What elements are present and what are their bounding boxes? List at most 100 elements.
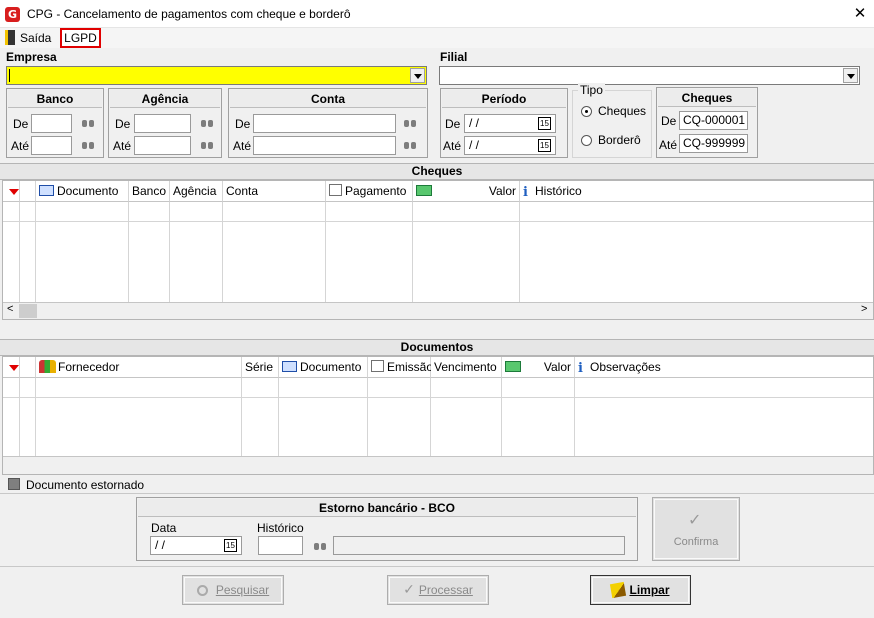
close-icon[interactable]: ✕ <box>852 5 868 23</box>
tipo-bordero-label[interactable]: Borderô <box>598 133 641 147</box>
empresa-select[interactable] <box>6 66 427 85</box>
document-icon <box>39 185 54 196</box>
periodo-ate-label: Até <box>443 139 462 153</box>
col-divider <box>519 202 520 302</box>
conta-panel: Conta De Até <box>228 88 428 158</box>
menu-saida[interactable]: Saída <box>20 31 51 45</box>
binoculars-icon[interactable] <box>82 140 94 150</box>
menu-lgpd[interactable]: LGPD <box>60 28 101 48</box>
exit-door-icon[interactable] <box>5 30 15 45</box>
periodo-panel: Período De / / 15 Até / / 15 <box>440 88 568 158</box>
magnifier-icon <box>196 585 208 596</box>
cheques-panel: Cheques De CQ-000001 Até CQ-999999 <box>656 87 758 158</box>
chevron-down-icon[interactable] <box>843 68 858 83</box>
estorno-historico-input[interactable] <box>258 536 303 555</box>
col-documento[interactable]: Documento <box>36 181 129 202</box>
cheques-de-input[interactable]: CQ-000001 <box>679 111 748 130</box>
documentos-grid[interactable]: Fornecedor Série Documento Emissão Venci… <box>2 356 874 475</box>
agencia-ate-input[interactable] <box>134 136 191 155</box>
scroll-right-icon[interactable]: > <box>861 303 867 315</box>
limpar-button[interactable]: Limpar <box>590 575 691 605</box>
processar-button[interactable]: ✓ Processar <box>387 575 489 605</box>
agencia-de-label: De <box>115 117 131 131</box>
banco-de-input[interactable] <box>31 114 72 133</box>
binoculars-icon[interactable] <box>201 118 213 128</box>
binoculars-icon[interactable] <box>404 140 416 150</box>
pesquisar-button[interactable]: Pesquisar <box>182 575 284 605</box>
info-icon: i <box>523 185 528 200</box>
col-valor[interactable]: Valor <box>413 181 520 202</box>
col-divider <box>430 378 431 456</box>
col-serie[interactable]: Série <box>242 357 279 378</box>
estorno-data-input[interactable]: / / 15 <box>150 536 242 555</box>
col-banco[interactable]: Banco <box>129 181 170 202</box>
binoculars-icon[interactable] <box>404 118 416 128</box>
processar-content: ✓ Processar <box>388 582 488 598</box>
tipo-cheques-label[interactable]: Cheques <box>598 104 646 118</box>
cheques-ate-label: Até <box>659 138 678 152</box>
periodo-de-input[interactable]: / / 15 <box>464 114 556 133</box>
tipo-bordero-radio[interactable] <box>581 135 592 146</box>
col-divider <box>35 378 36 456</box>
banco-de-label: De <box>13 117 29 131</box>
binoculars-icon[interactable] <box>82 118 94 128</box>
estorno-historico-desc <box>333 536 625 555</box>
legend-label: Documento estornado <box>26 478 145 492</box>
sort-indicator[interactable] <box>3 357 20 378</box>
col-fornecedor[interactable]: Fornecedor <box>36 357 242 378</box>
col-observacoes[interactable]: i Observações <box>575 357 873 378</box>
col-divider <box>19 202 20 302</box>
check-icon: ✓ <box>403 582 415 598</box>
scroll-left-icon[interactable]: < <box>7 303 13 315</box>
periodo-ate-input[interactable]: / / 15 <box>464 136 556 155</box>
chevron-down-icon[interactable] <box>410 68 425 83</box>
periodo-title: Período <box>442 90 566 108</box>
banco-ate-input[interactable] <box>31 136 72 155</box>
binoculars-icon[interactable] <box>201 140 213 150</box>
banco-title: Banco <box>8 90 102 108</box>
agencia-title: Agência <box>110 90 220 108</box>
col-pagamento[interactable]: Pagamento <box>326 181 413 202</box>
row-divider <box>3 221 873 222</box>
cheques-ate-input[interactable]: CQ-999999 <box>679 134 748 153</box>
cheques-grid[interactable]: Documento Banco Agência Conta Pagamento … <box>2 180 874 320</box>
col-valor[interactable]: Valor <box>502 357 575 378</box>
check-icon: ✓ <box>688 510 702 529</box>
calendar-icon <box>371 360 384 372</box>
binoculars-icon[interactable] <box>314 541 326 551</box>
filial-select[interactable] <box>439 66 860 85</box>
confirma-label: Confirma <box>673 536 719 548</box>
calendar-icon[interactable]: 15 <box>538 139 551 152</box>
red-triangle-icon <box>9 189 19 195</box>
estorno-panel: Estorno bancário - BCO Data / / 15 Histó… <box>136 497 638 561</box>
cheques-grid-title: Cheques <box>0 163 874 180</box>
col-divider <box>35 202 36 302</box>
col-divider <box>222 202 223 302</box>
confirma-button[interactable]: ✓ Confirma <box>652 497 740 561</box>
estorno-data-value: / / <box>155 538 166 552</box>
tipo-cheques-radio[interactable] <box>581 106 592 117</box>
col-label: Fornecedor <box>58 360 120 374</box>
col-label: Observações <box>590 360 661 374</box>
col-vencimento[interactable]: Vencimento <box>431 357 502 378</box>
money-icon <box>416 185 432 196</box>
col-documento[interactable]: Documento <box>279 357 368 378</box>
col-historico[interactable]: i Histórico <box>520 181 873 202</box>
calendar-icon[interactable]: 15 <box>224 539 237 552</box>
conta-ate-input[interactable] <box>253 136 396 155</box>
conta-de-input[interactable] <box>253 114 396 133</box>
sort-indicator[interactable] <box>3 181 20 202</box>
limpar-label: Limpar <box>629 583 670 597</box>
calendar-icon[interactable]: 15 <box>538 117 551 130</box>
conta-de-label: De <box>235 117 251 131</box>
agencia-de-input[interactable] <box>134 114 191 133</box>
menu-bar <box>0 28 874 48</box>
col-conta[interactable]: Conta <box>223 181 326 202</box>
col-agencia[interactable]: Agência <box>170 181 223 202</box>
col-divider <box>325 202 326 302</box>
scroll-thumb[interactable] <box>19 304 37 318</box>
col-emissao[interactable]: Emissão <box>368 357 433 378</box>
horizontal-scrollbar[interactable]: < > <box>3 303 873 319</box>
col-divider <box>574 378 575 456</box>
window-title: CPG - Cancelamento de pagamentos com che… <box>27 7 351 21</box>
